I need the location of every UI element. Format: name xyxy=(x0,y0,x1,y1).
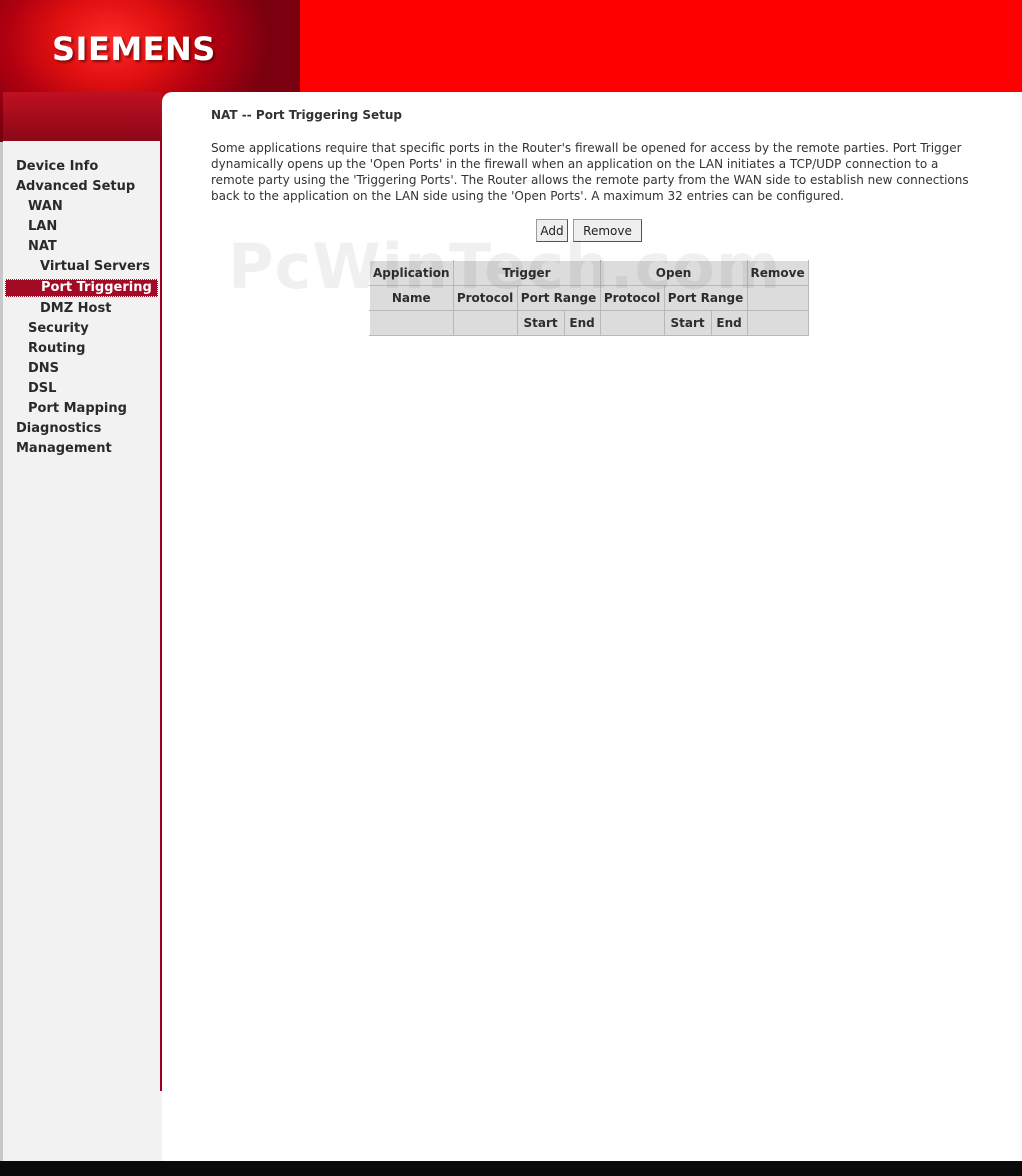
sidebar-item-virtual-servers[interactable]: Virtual Servers xyxy=(5,257,158,277)
port-triggering-table: Application Trigger Open Remove Name Pro… xyxy=(369,260,809,336)
sidebar-item-routing[interactable]: Routing xyxy=(5,339,158,359)
col-header-trigger-start: Start xyxy=(516,310,565,336)
sidebar-item-dns[interactable]: DNS xyxy=(5,359,158,379)
sidebar-item-dmz-host[interactable]: DMZ Host xyxy=(5,299,158,319)
sidebar-item-advanced-setup[interactable]: Advanced Setup xyxy=(5,177,158,197)
sidebar-item-management[interactable]: Management xyxy=(5,439,158,459)
col-header-trigger-port-range: Port Range xyxy=(516,285,601,311)
content-panel xyxy=(162,92,1022,1161)
sidebar-header-gradient xyxy=(3,92,162,141)
sidebar-item-wan[interactable]: WAN xyxy=(5,197,158,217)
sidebar-item-dsl[interactable]: DSL xyxy=(5,379,158,399)
page-description: Some applications require that specific … xyxy=(211,141,969,203)
col-header-open: Open xyxy=(599,260,748,286)
col-header-open-port-range: Port Range xyxy=(663,285,748,311)
sidebar-item-diagnostics[interactable]: Diagnostics xyxy=(5,419,158,439)
col-header-name: Name xyxy=(369,285,454,311)
col-header-trigger-protocol: Protocol xyxy=(452,285,518,311)
col-header-open-end: End xyxy=(710,310,748,336)
col-header-blank xyxy=(599,310,665,336)
sidebar-item-nat[interactable]: NAT xyxy=(5,237,158,257)
sidebar-nav: Device Info Advanced Setup WAN LAN NAT V… xyxy=(5,157,158,459)
col-header-trigger-end: End xyxy=(563,310,601,336)
sidebar-item-port-mapping[interactable]: Port Mapping xyxy=(5,399,158,419)
col-header-remove: Remove xyxy=(746,260,809,286)
add-button[interactable]: Add xyxy=(536,219,568,242)
sidebar-item-port-triggering[interactable]: Port Triggering xyxy=(5,279,158,297)
col-header-blank xyxy=(452,310,518,336)
sidebar-item-device-info[interactable]: Device Info xyxy=(5,157,158,177)
remove-button[interactable]: Remove xyxy=(573,219,642,242)
sidebar-footer xyxy=(3,1091,172,1161)
col-header-blank xyxy=(746,310,809,336)
page-title: NAT -- Port Triggering Setup xyxy=(211,108,402,122)
col-header-open-start: Start xyxy=(663,310,712,336)
sidebar-item-security[interactable]: Security xyxy=(5,319,158,339)
siemens-logo: SIEMENS xyxy=(52,30,216,68)
col-header-application: Application xyxy=(369,260,454,286)
col-header-blank xyxy=(369,310,454,336)
table-header-row: Name Protocol Port Range Protocol Port R… xyxy=(369,285,809,311)
table-header-row: Start End Start End xyxy=(369,310,809,336)
col-header-open-protocol: Protocol xyxy=(599,285,665,311)
col-header-trigger: Trigger xyxy=(452,260,601,286)
col-header-remove-blank xyxy=(746,285,809,311)
bottom-bar xyxy=(0,1161,1022,1176)
table-header-row: Application Trigger Open Remove xyxy=(369,260,809,286)
sidebar-item-lan[interactable]: LAN xyxy=(5,217,158,237)
